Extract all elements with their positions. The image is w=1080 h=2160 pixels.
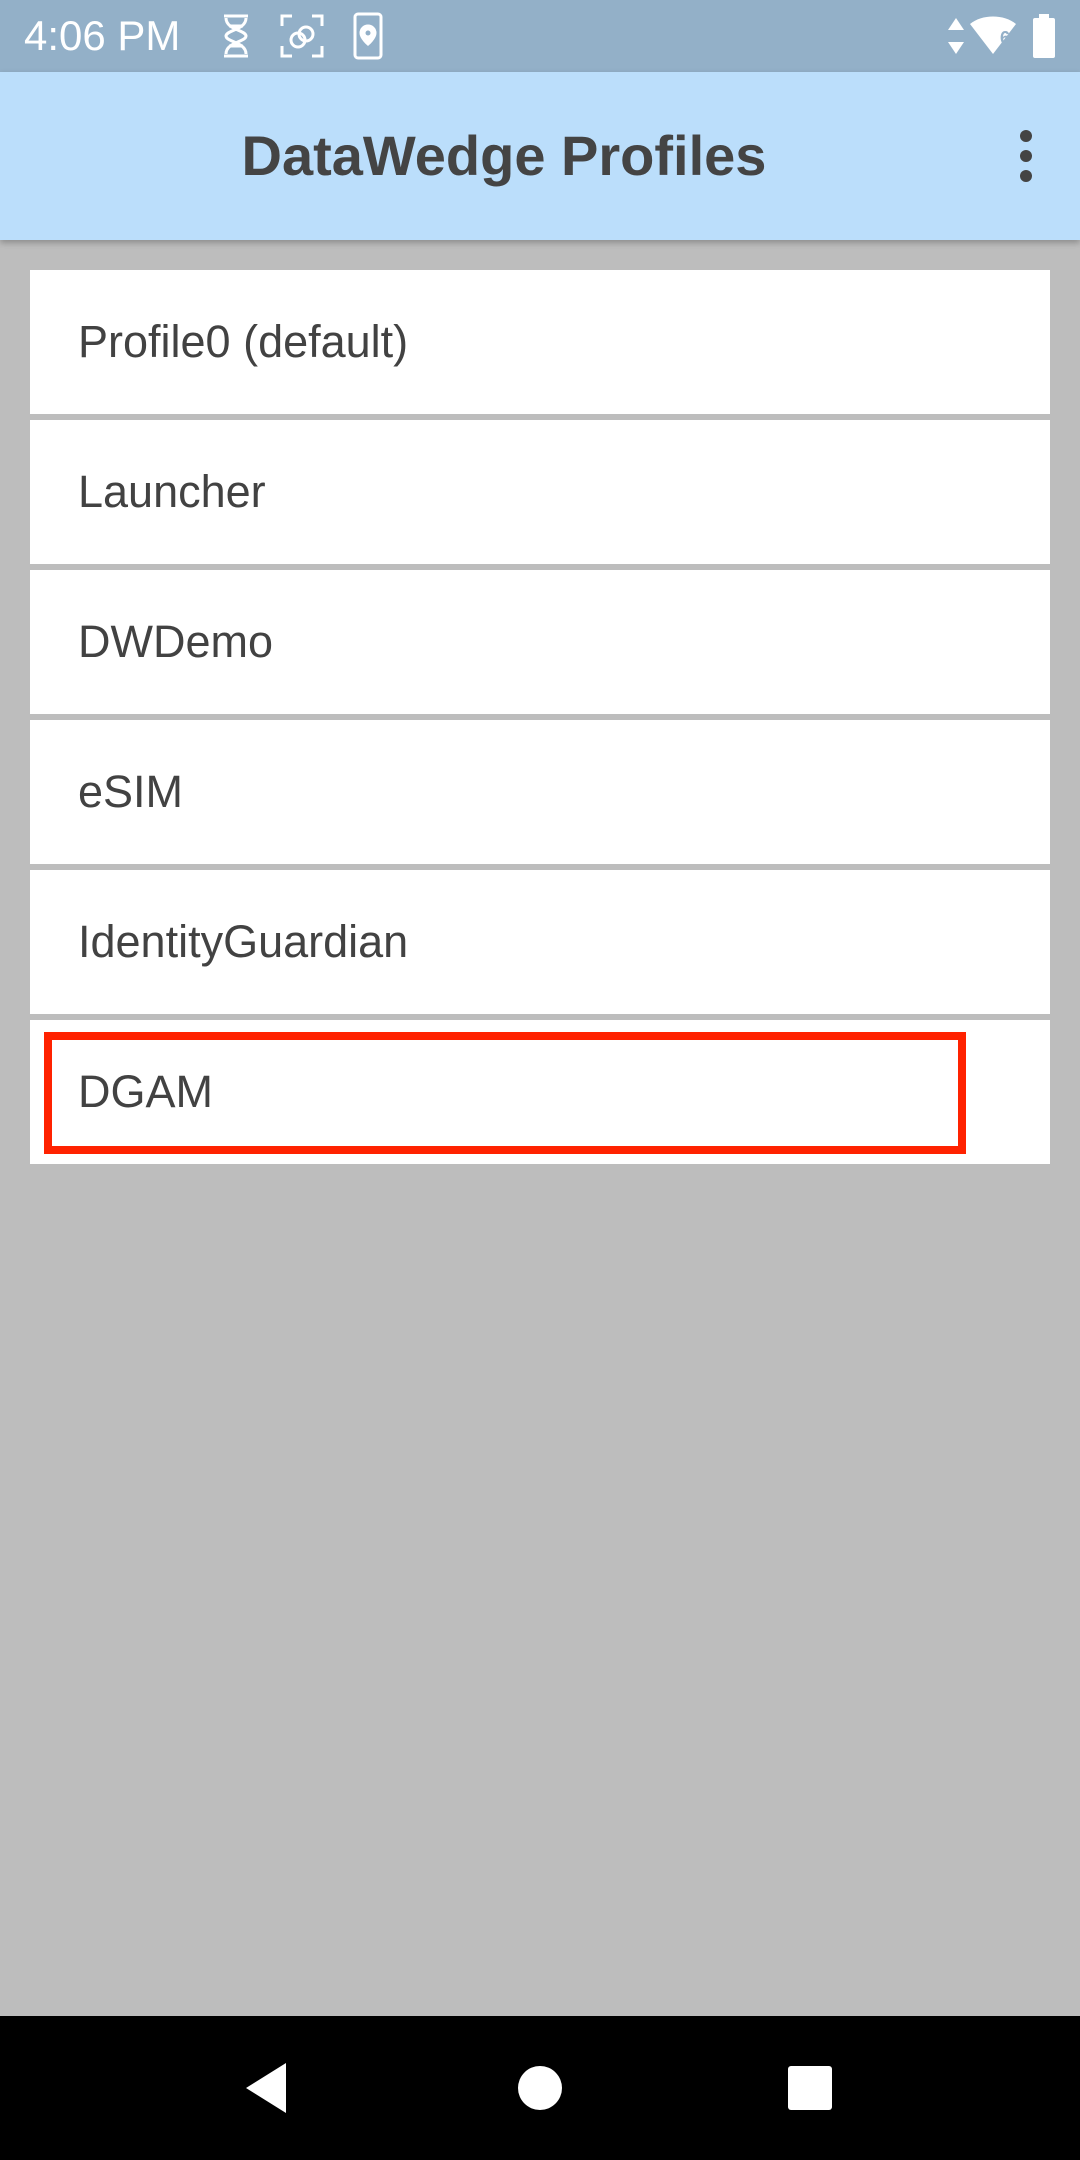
data-arrows-icon xyxy=(946,12,966,60)
status-time: 4:06 PM xyxy=(24,12,181,59)
list-item-label: Launcher xyxy=(78,466,266,517)
list-item-dwdemo[interactable]: DWDemo xyxy=(30,570,1050,714)
back-icon[interactable] xyxy=(234,2056,298,2120)
phone-location-icon xyxy=(344,12,392,60)
list-item-label: eSIM xyxy=(78,766,184,817)
status-bar: 4:06 PM 6 xyxy=(0,0,1080,72)
list-item-launcher[interactable]: Launcher xyxy=(30,420,1050,564)
app-bar: DataWedge Profiles xyxy=(0,72,1080,240)
recents-icon[interactable] xyxy=(778,2056,842,2120)
page-title: DataWedge Profiles xyxy=(241,124,767,187)
home-icon[interactable] xyxy=(508,2056,572,2120)
list-item-label: DWDemo xyxy=(78,616,274,667)
face-scan-icon xyxy=(278,12,326,60)
wifi-icon: 6 xyxy=(968,12,1018,60)
list-item-esim[interactable]: eSIM xyxy=(30,720,1050,864)
battery-icon xyxy=(1030,12,1058,60)
list-item-identityguardian[interactable]: IdentityGuardian xyxy=(30,870,1050,1014)
profile-list: Profile0 (default) Launcher DWDemo eSIM … xyxy=(30,270,1050,1170)
list-item-label: IdentityGuardian xyxy=(78,916,409,967)
wifi-badge: 6 xyxy=(1000,28,1011,48)
list-item-label: DGAM xyxy=(78,1066,213,1117)
dna-icon xyxy=(212,12,260,60)
navigation-bar xyxy=(0,2016,1080,2160)
list-item-dgam[interactable]: DGAM xyxy=(30,1020,1050,1164)
more-vert-icon[interactable] xyxy=(990,120,1062,192)
list-item-profile0[interactable]: Profile0 (default) xyxy=(30,270,1050,414)
list-item-label: Profile0 (default) xyxy=(78,316,409,367)
